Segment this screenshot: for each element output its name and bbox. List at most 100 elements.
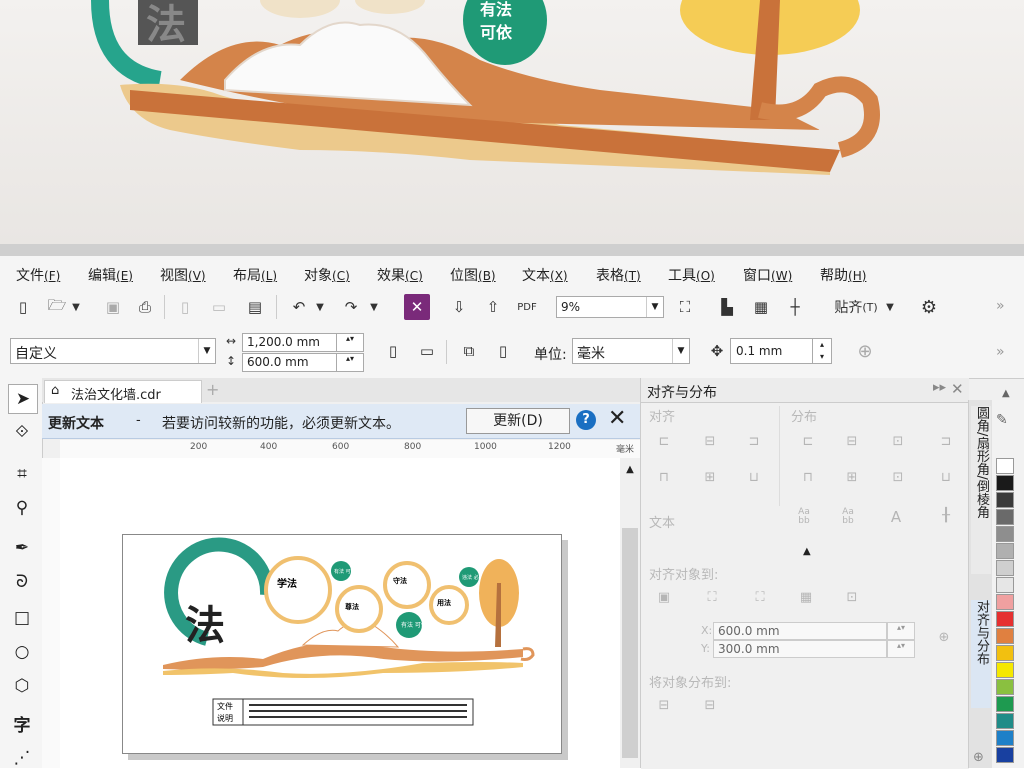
polygon-tool-icon[interactable]: ⬡ xyxy=(8,672,36,700)
palette-swatch[interactable] xyxy=(996,645,1014,661)
distribute-selection-icon[interactable]: ⊟ xyxy=(653,698,675,718)
collapse-arrow-icon[interactable]: ▲ xyxy=(803,546,811,557)
align-page-edge-icon[interactable]: ⛶ xyxy=(749,590,771,610)
open-dropdown-icon[interactable]: ▼ xyxy=(68,294,84,320)
property-overflow-icon[interactable]: » xyxy=(996,344,1005,360)
palette-swatch[interactable] xyxy=(996,509,1014,525)
landscape-icon[interactable]: ▭ xyxy=(414,338,440,364)
palette-swatch[interactable] xyxy=(996,696,1014,712)
undo-icon[interactable]: ↶ xyxy=(286,294,312,320)
help-icon[interactable]: ? xyxy=(576,410,596,430)
grid-icon[interactable]: ▦ xyxy=(748,294,774,320)
menu-view[interactable]: 视图(V) xyxy=(160,265,206,285)
menu-object[interactable]: 对象(C) xyxy=(304,265,350,285)
palette-swatch[interactable] xyxy=(996,526,1014,542)
palette-swatch[interactable] xyxy=(996,611,1014,627)
text-align-bbox-icon[interactable]: A xyxy=(885,508,907,528)
menu-text[interactable]: 文本(X) xyxy=(522,265,568,285)
distribute-left-icon[interactable]: ⊏ xyxy=(797,434,819,454)
text-align-first-line-icon[interactable]: Aa bb xyxy=(793,508,815,528)
vertical-scrollbar[interactable]: ▲ xyxy=(620,458,640,768)
paste-icon[interactable]: ▤ xyxy=(242,294,268,320)
toolbar-overflow-icon[interactable]: » xyxy=(996,298,1005,314)
pick-tool-icon[interactable]: ➤ xyxy=(8,384,38,414)
page-width-input[interactable]: 1,200.0 mm xyxy=(242,333,338,352)
palette-swatch[interactable] xyxy=(996,560,1014,576)
document-page[interactable]: 法 学法 尊法 守法 用法 有法 可依 违法 必究 有法 可依 文件 说明 xyxy=(122,534,562,754)
import-icon[interactable]: ⇩ xyxy=(446,294,472,320)
align-bottom-icon[interactable]: ⊔ xyxy=(743,470,765,490)
close-notification-icon[interactable]: ✕ xyxy=(608,406,626,431)
shape-tool-icon[interactable]: ⟐ xyxy=(8,418,36,446)
palette-swatch[interactable] xyxy=(996,492,1014,508)
text-tool-icon[interactable]: 字 xyxy=(8,712,36,740)
menu-help[interactable]: 帮助(H) xyxy=(820,265,866,285)
palette-swatch[interactable] xyxy=(996,475,1014,491)
side-tab-align[interactable]: 对齐与分布 xyxy=(971,600,991,708)
eyedropper-icon[interactable]: ✎ xyxy=(996,412,1008,428)
align-center-v-icon[interactable]: ⊞ xyxy=(699,470,721,490)
scroll-up-icon[interactable]: ▲ xyxy=(620,464,640,475)
freehand-tool-icon[interactable]: ✒ xyxy=(8,534,36,562)
side-tab-add-icon[interactable]: ⊕ xyxy=(973,750,984,765)
menu-layout[interactable]: 布局(L) xyxy=(233,265,277,285)
palette-swatch[interactable] xyxy=(996,747,1014,763)
zoom-level-select[interactable]: 9% ▼ xyxy=(556,296,664,318)
palette-swatch[interactable] xyxy=(996,628,1014,644)
docker-close-icon[interactable]: ✕ xyxy=(951,380,964,398)
align-grid-icon[interactable]: ▦ xyxy=(795,590,817,610)
palette-swatch[interactable] xyxy=(996,679,1014,695)
artistic-media-icon[interactable]: ᘐ xyxy=(8,568,36,596)
palette-swatch[interactable] xyxy=(996,458,1014,474)
page-size-select[interactable]: 自定义 ▼ xyxy=(10,338,216,364)
portrait-icon[interactable]: ▯ xyxy=(380,338,406,364)
menu-bitmap[interactable]: 位图(B) xyxy=(450,265,496,285)
distribute-center-h-icon[interactable]: ⊟ xyxy=(841,434,863,454)
align-y-input[interactable]: 300.0 mm xyxy=(713,640,887,658)
unit-select[interactable]: 毫米 ▼ xyxy=(572,338,690,364)
redo-icon[interactable]: ↷ xyxy=(338,294,364,320)
palette-swatch[interactable] xyxy=(996,662,1014,678)
align-point-icon[interactable]: ⊡ xyxy=(841,590,863,610)
print-icon[interactable]: ⎙ xyxy=(132,294,158,320)
open-folder-icon[interactable]: 🗁 xyxy=(44,294,70,320)
menu-file[interactable]: 文件(F) xyxy=(16,265,60,285)
current-page-icon[interactable]: ▯ xyxy=(490,338,516,364)
distribute-center-v-icon[interactable]: ⊞ xyxy=(841,470,863,490)
zoom-tool-icon[interactable]: ⚲ xyxy=(8,494,36,522)
align-center-h-icon[interactable]: ⊟ xyxy=(699,434,721,454)
distribute-spacing-v-icon[interactable]: ⊡ xyxy=(887,470,909,490)
text-align-outline-icon[interactable]: ╂ xyxy=(935,508,957,528)
distribute-spacing-h-icon[interactable]: ⊡ xyxy=(887,434,909,454)
publish-pdf-icon[interactable]: PDF xyxy=(514,294,540,320)
rectangle-tool-icon[interactable]: □ xyxy=(8,604,36,632)
all-pages-icon[interactable]: ⧉ xyxy=(456,338,482,364)
menu-tools[interactable]: 工具(O) xyxy=(668,265,715,285)
distribute-right-icon[interactable]: ⊐ xyxy=(935,434,957,454)
new-document-icon[interactable]: ▯ xyxy=(10,294,36,320)
height-stepper[interactable]: ▴▾ xyxy=(336,353,364,372)
document-tab[interactable]: ⌂ 法治文化墙.cdr xyxy=(44,380,202,403)
rulers-icon[interactable]: ▙ xyxy=(714,294,740,320)
undo-dropdown-icon[interactable]: ▼ xyxy=(312,294,328,320)
palette-swatch[interactable] xyxy=(996,730,1014,746)
distribute-bottom-icon[interactable]: ⊔ xyxy=(935,470,957,490)
export-icon[interactable]: ⇧ xyxy=(480,294,506,320)
cut-icon[interactable]: ▯ xyxy=(172,294,198,320)
distribute-top-icon[interactable]: ⊓ xyxy=(797,470,819,490)
save-icon[interactable]: ▣ xyxy=(100,294,126,320)
crop-tool-icon[interactable]: ⌗ xyxy=(8,460,36,488)
options-gear-icon[interactable]: ⚙ xyxy=(916,294,942,320)
update-button[interactable]: 更新(D) xyxy=(466,408,570,434)
docker-collapse-icon[interactable]: ▸▸ xyxy=(933,380,946,395)
align-top-icon[interactable]: ⊓ xyxy=(653,470,675,490)
distribute-page-icon[interactable]: ⊟ xyxy=(699,698,721,718)
align-active-object-icon[interactable]: ▣ xyxy=(653,590,675,610)
width-stepper[interactable]: ▴▾ xyxy=(336,333,364,352)
corel-connect-icon[interactable]: ✕ xyxy=(404,294,430,320)
redo-dropdown-icon[interactable]: ▼ xyxy=(366,294,382,320)
copy-icon[interactable]: ▭ xyxy=(206,294,232,320)
menu-window[interactable]: 窗口(W) xyxy=(743,265,792,285)
align-y-stepper[interactable]: ▴▾ xyxy=(887,640,915,658)
align-pick-point-icon[interactable]: ⊕ xyxy=(933,630,955,650)
